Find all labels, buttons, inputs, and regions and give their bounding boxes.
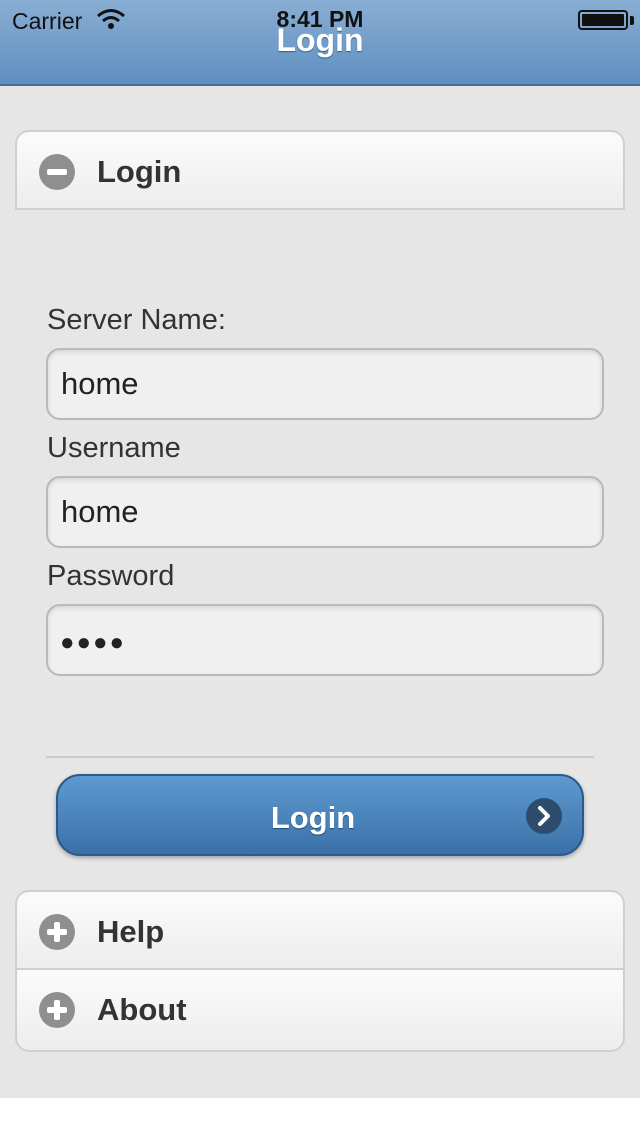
app-screen: Carrier 8:41 PM Login Login Server Name:… bbox=[0, 0, 640, 1098]
section-help-label: Help bbox=[97, 914, 165, 949]
server-name-input[interactable] bbox=[46, 348, 604, 420]
header-bar: Carrier 8:41 PM Login bbox=[0, 0, 640, 86]
plus-icon bbox=[39, 914, 75, 950]
username-label: Username bbox=[47, 432, 181, 464]
page-title: Login bbox=[276, 22, 364, 58]
chevron-right-icon bbox=[526, 798, 562, 834]
section-header-login[interactable]: Login bbox=[15, 130, 625, 210]
password-label: Password bbox=[47, 560, 175, 592]
login-button[interactable]: Login bbox=[56, 774, 584, 856]
section-header-about[interactable]: About bbox=[15, 970, 625, 1052]
form-divider bbox=[46, 756, 594, 758]
minus-icon bbox=[39, 154, 75, 190]
password-input[interactable] bbox=[46, 604, 604, 676]
section-about-label: About bbox=[97, 992, 187, 1027]
login-button-label: Login bbox=[270, 800, 356, 835]
plus-icon bbox=[39, 992, 75, 1028]
server-name-label: Server Name: bbox=[47, 304, 226, 336]
section-header-help[interactable]: Help bbox=[15, 890, 625, 970]
username-input[interactable] bbox=[46, 476, 604, 548]
section-login-label: Login bbox=[97, 154, 182, 189]
